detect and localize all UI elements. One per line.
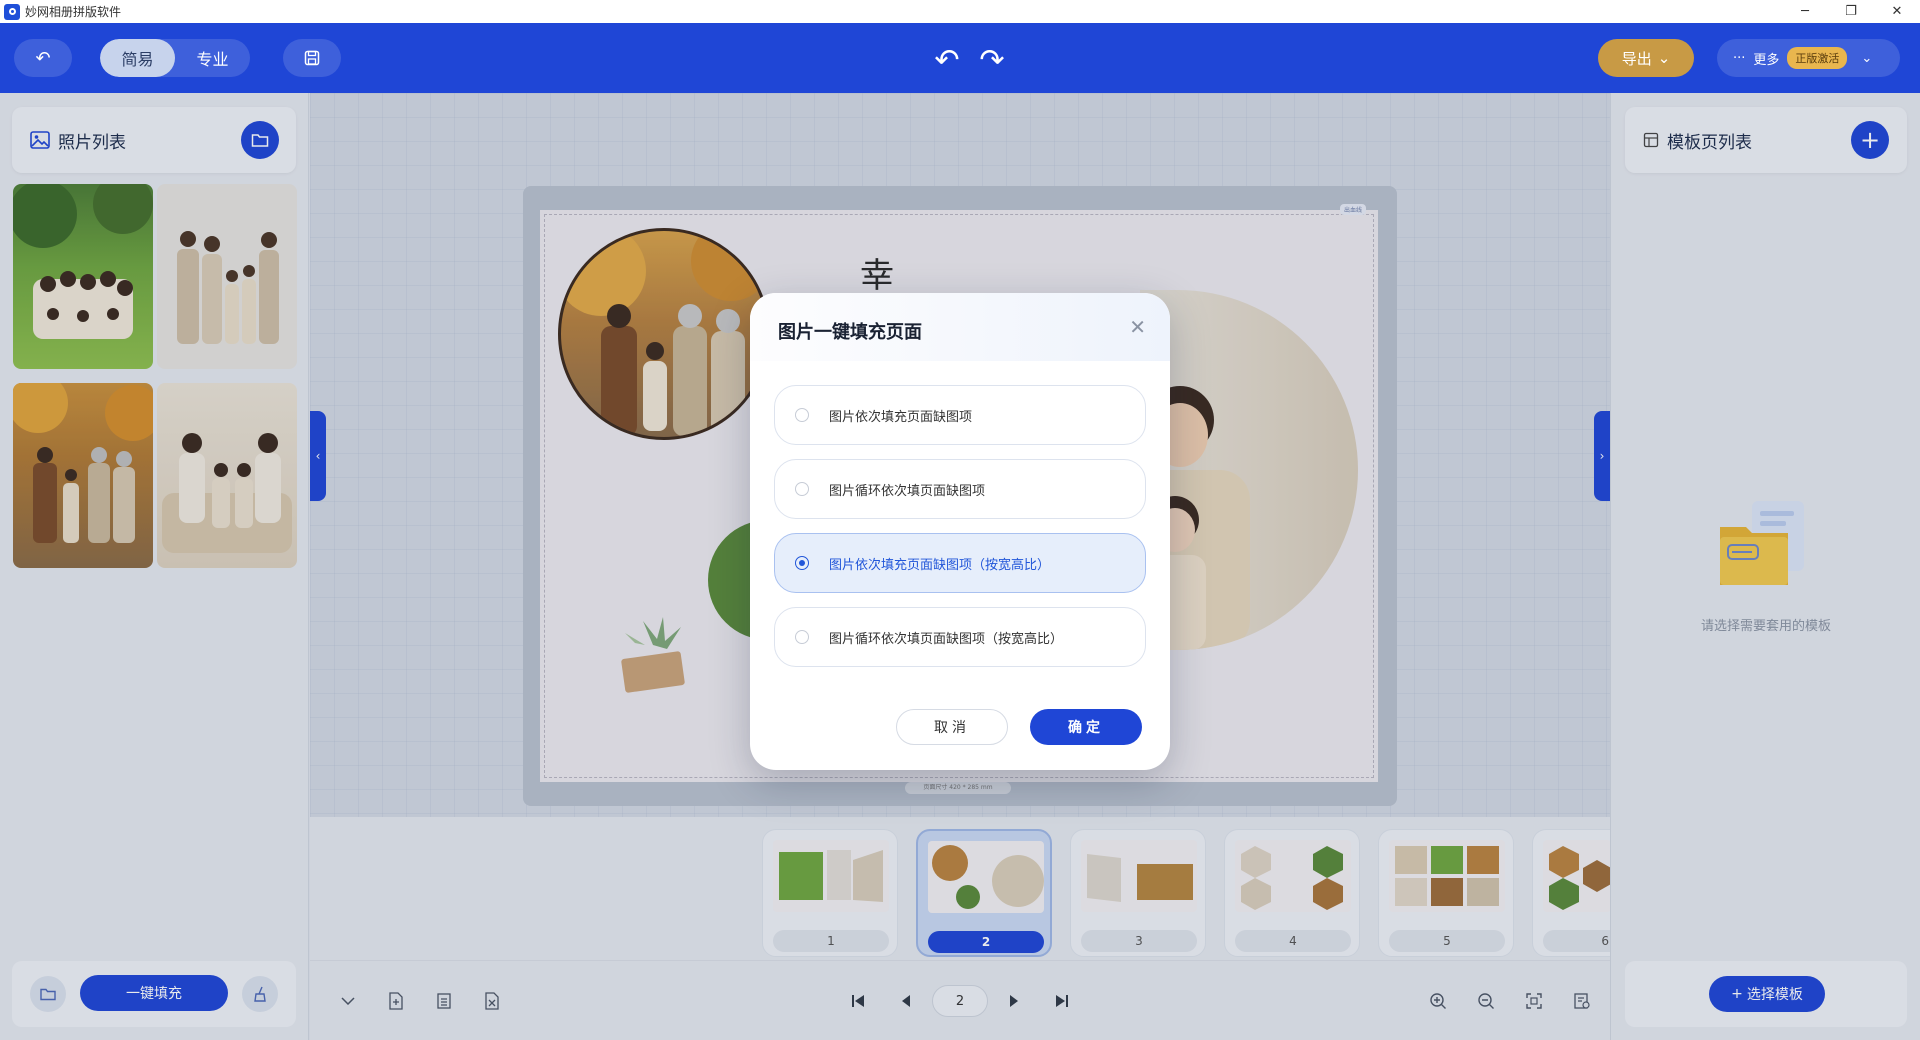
mode-pro-tab[interactable]: 专业 bbox=[175, 39, 250, 77]
fill-option-2[interactable]: 图片循环依次填页面缺图项 bbox=[774, 459, 1146, 519]
activate-badge[interactable]: 正版激活 bbox=[1787, 47, 1848, 69]
back-icon: ↶ bbox=[35, 47, 51, 69]
fill-option-label: 图片循环依次填页面缺图项 bbox=[829, 483, 986, 499]
more-button[interactable]: ··· 更多 正版激活 ⌄ bbox=[1717, 39, 1900, 77]
redo-button[interactable]: ↷ bbox=[970, 41, 1014, 79]
radio-button[interactable] bbox=[795, 482, 809, 496]
save-button[interactable] bbox=[283, 39, 341, 77]
dialog-title: 图片一键填充页面 bbox=[778, 322, 922, 343]
dialog-header: 图片一键填充页面 ✕ bbox=[750, 293, 1170, 361]
more-label: 更多 bbox=[1753, 52, 1780, 68]
fill-option-label: 图片依次填充页面缺图项（按宽高比） bbox=[829, 557, 1051, 573]
title-bar: 妙网相册拼版软件 ─ ❐ ✕ bbox=[0, 0, 1920, 23]
more-dots-icon: ··· bbox=[1733, 50, 1746, 66]
mode-switch: 简易 专业 bbox=[100, 39, 250, 77]
main-toolbar: ↶ 简易 专业 ↶ ↷ 导出 ⌄ ··· 更多 正版激活 ⌄ bbox=[0, 23, 1920, 93]
window-title: 妙网相册拼版软件 bbox=[25, 5, 122, 19]
fill-page-dialog: 图片一键填充页面 ✕ 图片依次填充页面缺图项 图片循环依次填页面缺图项 图片依次… bbox=[750, 293, 1170, 770]
window-controls: ─ ❐ ✕ bbox=[1782, 0, 1920, 23]
cancel-button[interactable]: 取消 bbox=[896, 709, 1008, 745]
fill-option-label: 图片循环依次填页面缺图项（按宽高比） bbox=[829, 631, 1064, 647]
fill-option-3[interactable]: 图片依次填充页面缺图项（按宽高比） bbox=[774, 533, 1146, 593]
undo-icon: ↶ bbox=[934, 42, 960, 78]
confirm-button[interactable]: 确定 bbox=[1030, 709, 1142, 745]
chevron-down-icon: ⌄ bbox=[1861, 50, 1873, 66]
radio-button[interactable] bbox=[795, 630, 809, 644]
fill-option-4[interactable]: 图片循环依次填页面缺图项（按宽高比） bbox=[774, 607, 1146, 667]
close-window-button[interactable]: ✕ bbox=[1874, 0, 1920, 23]
back-button[interactable]: ↶ bbox=[14, 39, 72, 77]
export-label: 导出 bbox=[1621, 49, 1652, 68]
dialog-close-icon[interactable]: ✕ bbox=[1129, 315, 1146, 339]
mode-simple-tab[interactable]: 简易 bbox=[100, 39, 175, 77]
undo-button[interactable]: ↶ bbox=[925, 41, 969, 79]
fill-option-1[interactable]: 图片依次填充页面缺图项 bbox=[774, 385, 1146, 445]
radio-button[interactable] bbox=[795, 408, 809, 422]
maximize-button[interactable]: ❐ bbox=[1828, 0, 1874, 23]
save-icon bbox=[304, 50, 320, 66]
fill-option-label: 图片依次填充页面缺图项 bbox=[829, 409, 973, 425]
radio-button-selected[interactable] bbox=[795, 556, 809, 570]
app-logo-icon bbox=[4, 3, 20, 20]
minimize-button[interactable]: ─ bbox=[1782, 0, 1828, 23]
chevron-down-icon: ⌄ bbox=[1657, 49, 1671, 67]
redo-icon: ↷ bbox=[979, 42, 1005, 78]
export-button[interactable]: 导出 ⌄ bbox=[1598, 39, 1694, 77]
